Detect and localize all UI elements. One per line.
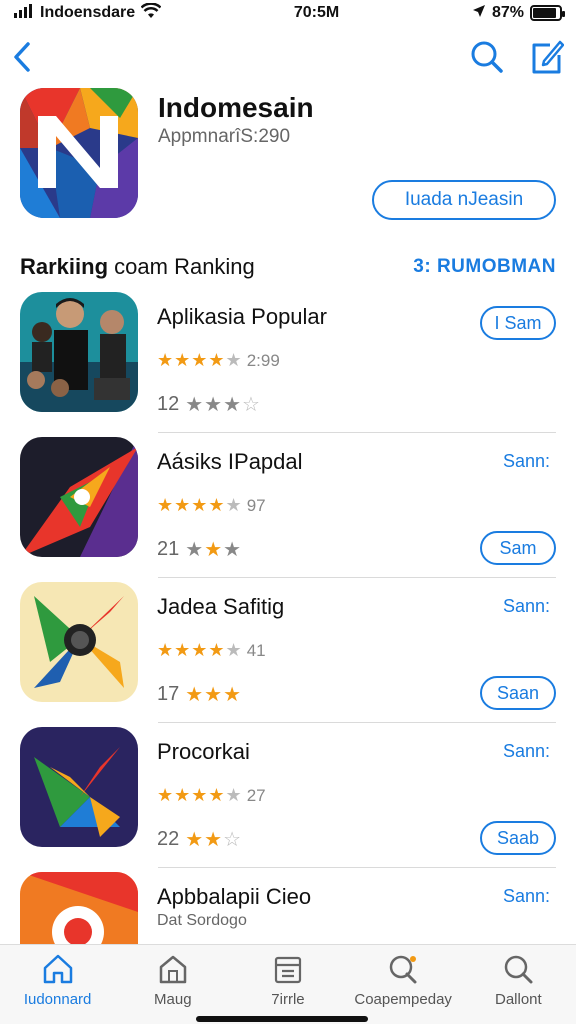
list-item[interactable]: Procorkai ★★★★★ 27 22 ★★☆ Sann: Saab: [20, 723, 556, 868]
home-icon: [43, 954, 72, 984]
section-title: Rarkiing coam Ranking: [20, 254, 255, 280]
app-title: Apbbalapii Cieo: [157, 884, 312, 909]
back-button[interactable]: [12, 41, 32, 73]
carrier-name: Indoensdare: [40, 4, 136, 21]
list-item[interactable]: Aplikasia Popular ★★★★★ 2:99 12 ★★★☆ I S…: [20, 288, 556, 433]
get-button[interactable]: Saan: [480, 676, 556, 710]
featured-app-icon[interactable]: [20, 88, 138, 218]
review-stars: ★★★: [185, 684, 243, 706]
compose-icon: [532, 40, 564, 74]
search-button[interactable]: [470, 40, 504, 74]
app-title: Procorkai: [157, 739, 250, 764]
status-right: 87%: [472, 4, 565, 23]
clock: 70:5M: [293, 4, 340, 21]
app-list: Aplikasia Popular ★★★★★ 2:99 12 ★★★☆ I S…: [20, 288, 556, 1013]
get-button[interactable]: I Sam: [480, 306, 556, 340]
rating-stars: ★★★★★: [157, 640, 243, 660]
app-rating: ★★★★★ 41: [157, 640, 266, 661]
app-subtitle: Dat Sordogo: [157, 912, 247, 929]
app-review-count: 21 ★★★: [157, 537, 242, 562]
rating-value: 2:99: [246, 350, 280, 370]
house-outline-icon: [159, 955, 187, 984]
review-count: 22: [157, 828, 180, 850]
review-stars: ★★☆: [185, 829, 243, 851]
get-link[interactable]: Sann:: [503, 451, 550, 472]
app-review-count: 17 ★★★: [157, 682, 242, 707]
review-stars: ★★★: [185, 539, 243, 561]
list-item[interactable]: Aásiks IPapdal ★★★★★ 97 21 ★★★ Sann: Sam: [20, 433, 556, 578]
app-rating: ★★★★★ 2:99: [157, 350, 280, 371]
nav-bar: [0, 34, 576, 80]
compose-button[interactable]: [530, 39, 564, 75]
tab-search-bubble[interactable]: Coapempeday: [348, 953, 458, 1008]
app-icon: [20, 727, 138, 847]
search-icon: [471, 41, 503, 73]
chevron-left-icon: [14, 42, 30, 72]
app-icon: [20, 437, 138, 557]
list-item[interactable]: Jadea Safitig ★★★★★ 41 17 ★★★ Sann: Saan: [20, 578, 556, 723]
section-title-bold: Rarkiing: [20, 254, 109, 279]
review-count: 21: [157, 538, 180, 560]
tab-maug[interactable]: Maug: [118, 953, 228, 1008]
featured-app-subtitle: AppmnarîS:290: [158, 126, 291, 147]
status-bar: Indoensdare 70:5M 87%: [0, 0, 576, 26]
app-review-count: 22 ★★☆: [157, 827, 242, 852]
wifi-icon: [140, 1, 162, 24]
app-title: Jadea Safitig: [157, 594, 285, 619]
search-icon: [505, 955, 533, 984]
get-link[interactable]: Sann:: [503, 596, 550, 617]
signal-icon: [14, 3, 34, 23]
review-count: 12: [157, 393, 180, 415]
search-bubble-icon: [389, 955, 417, 984]
tab-list[interactable]: 7irrle: [233, 953, 343, 1008]
get-button[interactable]: Sam: [480, 531, 556, 565]
rating-stars: ★★★★★: [157, 495, 243, 515]
ranking-header: Rarkiing coam Ranking 3: RUMOBMAN: [20, 254, 556, 280]
app-review-count: 12 ★★★☆: [157, 392, 261, 417]
featured-app-title: Indomesain: [158, 92, 314, 123]
review-count: 17: [157, 683, 180, 705]
app-icon: [20, 582, 138, 702]
status-left: Indoensdare: [14, 1, 162, 24]
tab-label: Dallont: [494, 991, 542, 1008]
section-title-rest: coam Ranking: [114, 254, 255, 279]
tab-label: 7irrle: [271, 991, 305, 1008]
review-stars: ★★★☆: [185, 394, 261, 416]
featured-app: Indomesain AppmnarîS:290 Iuada nJeasin: [20, 88, 556, 220]
location-icon: [472, 4, 486, 23]
nav-actions: [470, 39, 564, 75]
tab-bar: Iudonnard Maug 7irrle Coapempeday Dallon…: [0, 944, 576, 1024]
tab-home[interactable]: Iudonnard: [3, 953, 113, 1008]
tab-label: Coapempeday: [354, 991, 452, 1008]
list-icon: [274, 956, 302, 984]
app-title: Aásiks IPapdal: [157, 449, 303, 474]
get-link[interactable]: Sann:: [503, 886, 550, 907]
tab-label: Maug: [154, 991, 192, 1008]
home-indicator[interactable]: [196, 1016, 368, 1022]
battery-icon: [530, 5, 565, 21]
rating-stars: ★★★★★: [157, 785, 243, 805]
app-rating: ★★★★★ 97: [157, 495, 266, 516]
featured-app-button[interactable]: Iuada nJeasin: [372, 180, 556, 220]
see-all-link[interactable]: 3: RUMOBMAN: [413, 256, 556, 278]
rating-value: 27: [246, 785, 266, 805]
tab-label: Iudonnard: [23, 991, 92, 1008]
app-icon-photo: [20, 292, 138, 412]
rating-stars: ★★★★★: [157, 350, 243, 370]
tab-search[interactable]: Dallont: [463, 953, 573, 1008]
rating-value: 41: [246, 640, 266, 660]
get-button[interactable]: Saab: [480, 821, 556, 855]
app-rating: ★★★★★ 27: [157, 785, 266, 806]
get-link[interactable]: Sann:: [503, 741, 550, 762]
rating-value: 97: [246, 495, 266, 515]
app-title: Aplikasia Popular: [157, 304, 327, 329]
battery-percent: 87%: [491, 4, 524, 21]
